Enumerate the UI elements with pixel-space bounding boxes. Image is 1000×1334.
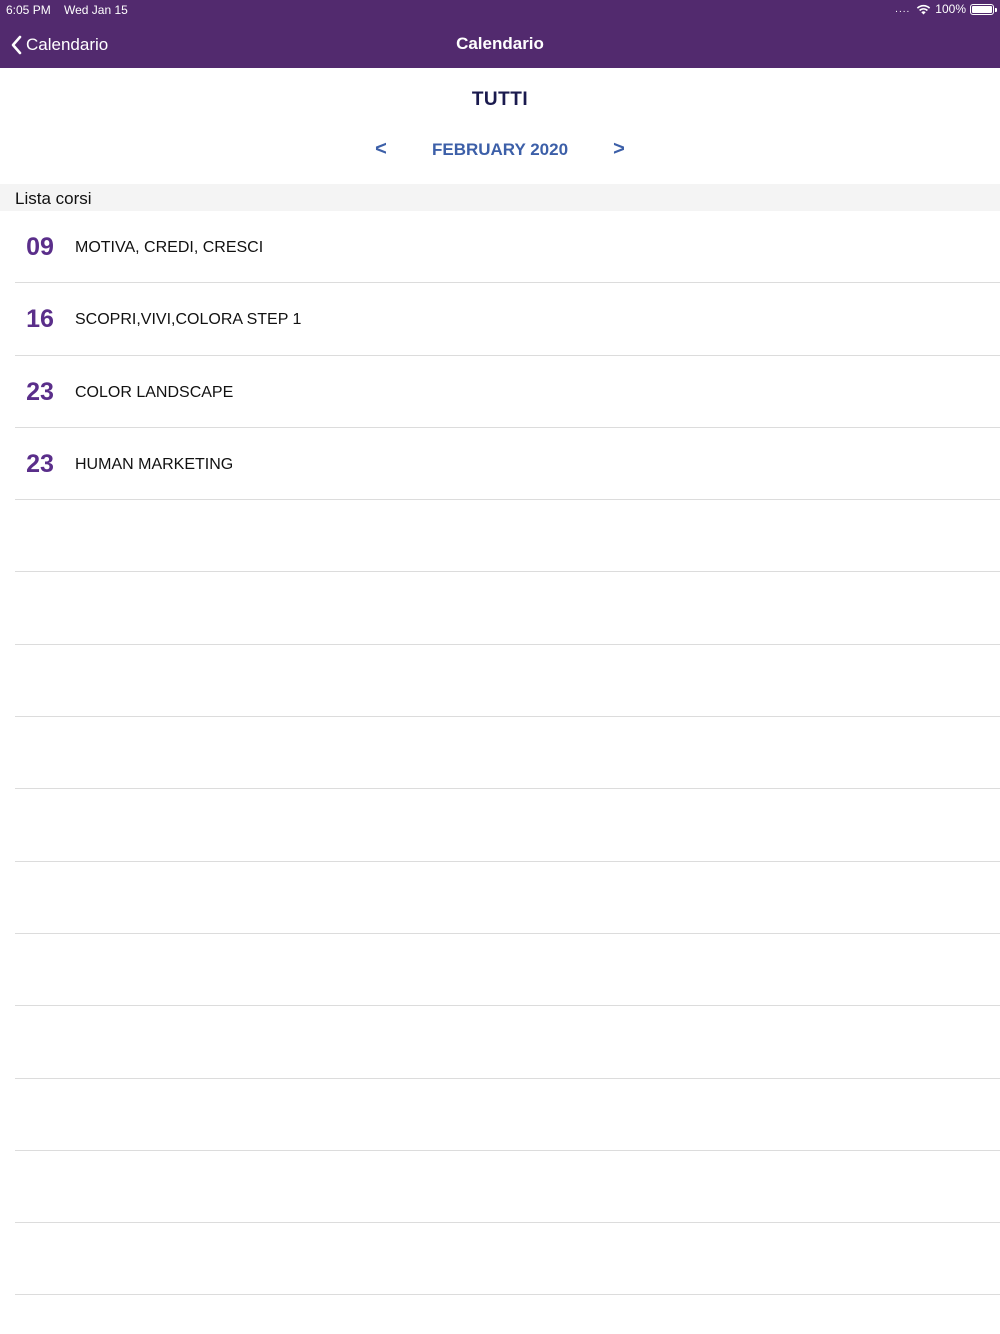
empty-row	[0, 717, 1000, 790]
month-navigator: < FEBRUARY 2020 >	[0, 138, 1000, 164]
empty-row	[0, 789, 1000, 862]
empty-row	[0, 862, 1000, 935]
course-title: COLOR LANDSCAPE	[75, 383, 234, 401]
wifi-icon	[917, 4, 931, 14]
course-list: 09 MOTIVA, CREDI, CRESCI 16 SCOPRI,VIVI,…	[0, 211, 1000, 1296]
section-header-label: Lista corsi	[15, 189, 92, 208]
empty-row	[0, 645, 1000, 718]
course-row[interactable]: 23 HUMAN MARKETING	[0, 428, 1000, 501]
month-label: FEBRUARY 2020	[431, 140, 569, 159]
empty-row	[0, 934, 1000, 1007]
course-title: SCOPRI,VIVI,COLORA STEP 1	[75, 311, 302, 329]
previous-month-button[interactable]: <	[370, 138, 392, 164]
page-title: Calendario	[456, 34, 544, 53]
battery-percent: 100%	[935, 2, 966, 16]
course-day: 23	[26, 449, 54, 478]
navigation-bar: 6:05 PM Wed Jan 15 .... 100% Calendario …	[0, 0, 1000, 68]
empty-row	[0, 1151, 1000, 1224]
status-bar: 6:05 PM Wed Jan 15 .... 100%	[0, 0, 1000, 20]
next-month-button[interactable]: >	[608, 138, 630, 164]
status-date: Wed Jan 15	[64, 3, 128, 17]
empty-row	[0, 500, 1000, 573]
empty-row	[0, 1079, 1000, 1152]
course-row[interactable]: 16 SCOPRI,VIVI,COLORA STEP 1	[0, 283, 1000, 356]
status-time: 6:05 PM	[6, 3, 51, 17]
empty-row	[0, 572, 1000, 646]
empty-row	[0, 1006, 1000, 1079]
course-title: HUMAN MARKETING	[75, 455, 234, 473]
course-row[interactable]: 23 COLOR LANDSCAPE	[0, 356, 1000, 429]
section-header: Lista corsi	[0, 184, 1000, 211]
battery-icon	[970, 3, 997, 15]
course-day: 23	[26, 377, 54, 406]
course-title: MOTIVA, CREDI, CRESCI	[75, 239, 264, 256]
course-day: 09	[26, 233, 54, 261]
empty-row	[0, 1223, 1000, 1296]
course-row[interactable]: 09 MOTIVA, CREDI, CRESCI	[0, 211, 1000, 284]
signal-dots: ....	[895, 3, 911, 15]
status-right: .... 100%	[895, 2, 997, 16]
course-day: 16	[26, 305, 54, 334]
filter-title: TUTTI	[471, 89, 529, 110]
